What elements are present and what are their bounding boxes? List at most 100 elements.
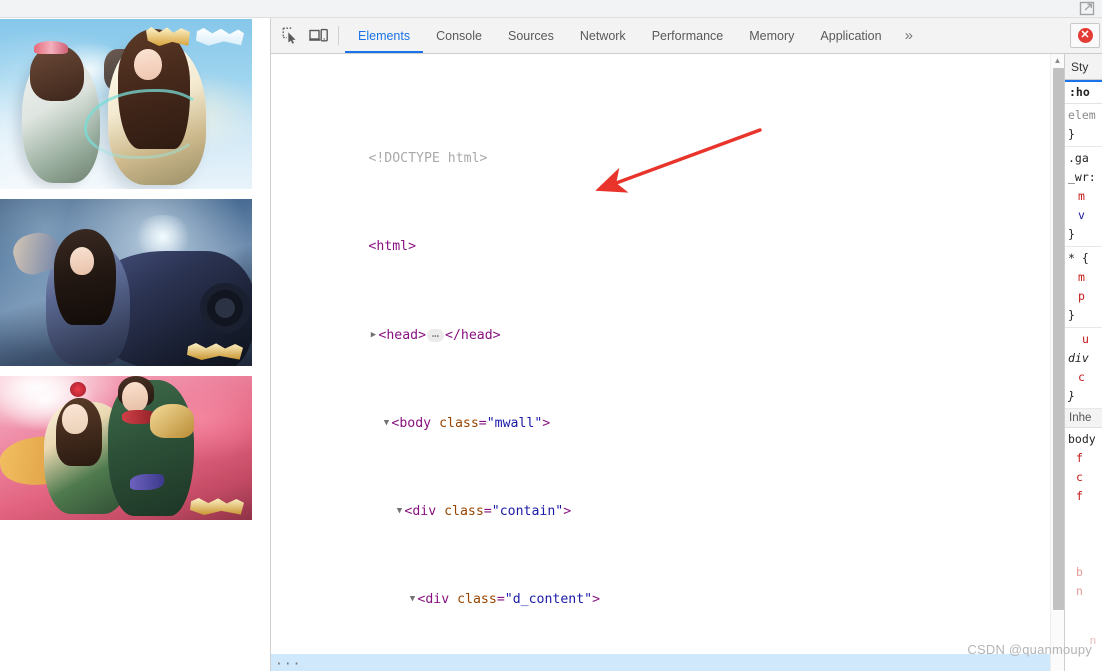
game-logo-watermark [190,498,244,515]
tab-performance[interactable]: Performance [639,18,737,53]
web-page-preview [0,18,270,671]
dom-scrollbar[interactable]: ▲ [1050,54,1064,671]
css-selector: .ga [1068,151,1089,165]
tab-application[interactable]: Application [807,18,894,53]
tab-label: Application [820,28,882,43]
doctype-text: <!DOCTYPE html> [368,151,488,166]
tab-label: Performance [651,28,724,43]
css-rule-inherited-body[interactable]: body f c f b n [1065,428,1102,603]
tab-elements[interactable]: Elements [345,18,423,53]
toolbar-separator [338,26,339,45]
gallery-image-2[interactable] [0,199,252,366]
css-rule-div[interactable]: u div c } [1065,328,1102,409]
more-tabs-icon[interactable]: » [895,18,922,53]
artwork-face [70,247,94,275]
collapse-triangle-icon[interactable] [407,588,417,610]
line-overflow-dots[interactable]: ··· [275,654,301,671]
devtools-toolbar: Elements Console Sources Network Perform… [271,18,1102,54]
error-badge[interactable]: ✕ [1070,23,1100,48]
attr-value[interactable]: "d_content" [505,592,592,607]
inherited-from-header: Inhe [1065,409,1102,428]
head-close-tag: </head> [445,328,501,343]
devtools-body: <!DOCTYPE html> <html> <head>…</head> <b… [271,54,1102,671]
styles-tab-bar: Sty [1065,54,1102,80]
attr-name: class [439,416,479,431]
artwork-armor [150,404,194,438]
dom-tree: <!DOCTYPE html> <html> <head>…</head> <b… [271,54,1064,671]
css-property[interactable]: c [1068,470,1083,484]
artwork-face [122,382,148,412]
css-close-brace: } [1068,127,1075,141]
browser-top-strip [0,0,1102,18]
css-property[interactable]: f [1068,489,1083,503]
collapsed-children-ellipsis-icon[interactable]: … [427,327,445,342]
css-rule-element-style[interactable]: elem } [1065,104,1102,147]
css-selector: elem [1068,108,1096,122]
css-selector: body [1068,432,1096,446]
artwork-face [62,404,88,434]
dom-line[interactable]: <body class="mwall"> [271,390,1064,431]
artwork-rose [70,382,86,397]
error-circle-icon: ✕ [1077,28,1093,43]
tab-console[interactable]: Console [423,18,495,53]
css-property[interactable]: p [1068,289,1085,303]
collapse-triangle-icon[interactable] [394,500,404,522]
body-tag: <body [391,416,432,431]
dom-line[interactable]: <html> [271,214,1064,254]
devtools-tab-strip: Elements Console Sources Network Perform… [345,18,895,53]
dom-line[interactable]: <!DOCTYPE html> [271,126,1064,166]
dom-line[interactable]: <head>…</head> [271,302,1064,344]
dom-tree-pane[interactable]: <!DOCTYPE html> <html> <head>…</head> <b… [271,54,1064,671]
csdn-watermark: CSDN @quanmoupy [967,642,1092,657]
css-property[interactable]: f [1068,451,1083,465]
tab-sources[interactable]: Sources [495,18,567,53]
attr-name: class [457,592,497,607]
inspect-element-icon[interactable] [276,18,304,53]
tab-label: Console [436,28,482,43]
css-rule-universal[interactable]: * { m p } [1065,247,1102,328]
open-in-new-icon[interactable] [1078,1,1096,16]
artwork-headpiece [34,41,68,54]
attr-value[interactable]: "mwall" [487,416,543,431]
devtools-panel: Elements Console Sources Network Perform… [270,18,1102,671]
html-tag: <html> [368,239,417,254]
expand-triangle-icon[interactable] [368,324,378,346]
tab-network[interactable]: Network [567,18,639,53]
tab-label: Network [579,28,626,43]
device-toolbar-icon[interactable] [304,18,332,53]
tab-label: Memory [749,28,795,43]
tab-memory[interactable]: Memory [736,18,807,53]
css-property[interactable]: c [1068,370,1085,384]
css-rule-galary-wrapper[interactable]: .ga _wr: m v } [1065,147,1102,247]
css-value[interactable]: v [1068,208,1085,222]
force-hover-state-button[interactable]: :ho [1068,83,1091,100]
styles-toolbar: :ho [1065,80,1102,104]
artwork-wheel [200,283,250,333]
gallery-image-1[interactable] [0,19,252,189]
attr-value[interactable]: "contain" [492,504,563,519]
css-selector: div [1068,351,1089,365]
css-property[interactable]: m [1068,270,1085,284]
styles-pane: Sty :ho elem } .ga _wr: m v } * { m p } … [1064,54,1102,671]
tab-label: Sources [507,28,554,43]
collapse-triangle-icon[interactable] [381,412,391,434]
dom-line[interactable]: <div class="d_content"> [271,566,1064,607]
css-property[interactable]: n [1068,584,1083,598]
dom-line-selected[interactable]: ···<div class="galary_wrapper"> == $0 [271,654,1064,671]
tab-styles[interactable]: Sty [1071,60,1088,74]
css-close-brace: } [1068,308,1075,322]
head-open-tag: <head> [378,328,427,343]
dom-line[interactable]: <div class="contain"> [271,478,1064,519]
scroll-up-arrow-icon[interactable]: ▲ [1051,54,1064,66]
tab-label: Elements [358,28,411,43]
css-selector: * { [1068,251,1089,265]
gallery-image-3[interactable] [0,376,252,520]
attr-name: class [444,504,484,519]
watermark-ghost-char: n [1089,635,1096,647]
scrollbar-thumb[interactable] [1053,68,1064,610]
game-logo-watermark [146,26,244,48]
css-close-brace: } [1068,389,1075,403]
css-property[interactable]: m [1068,189,1085,203]
css-property[interactable]: u [1068,332,1089,346]
css-property[interactable]: b [1068,565,1083,579]
